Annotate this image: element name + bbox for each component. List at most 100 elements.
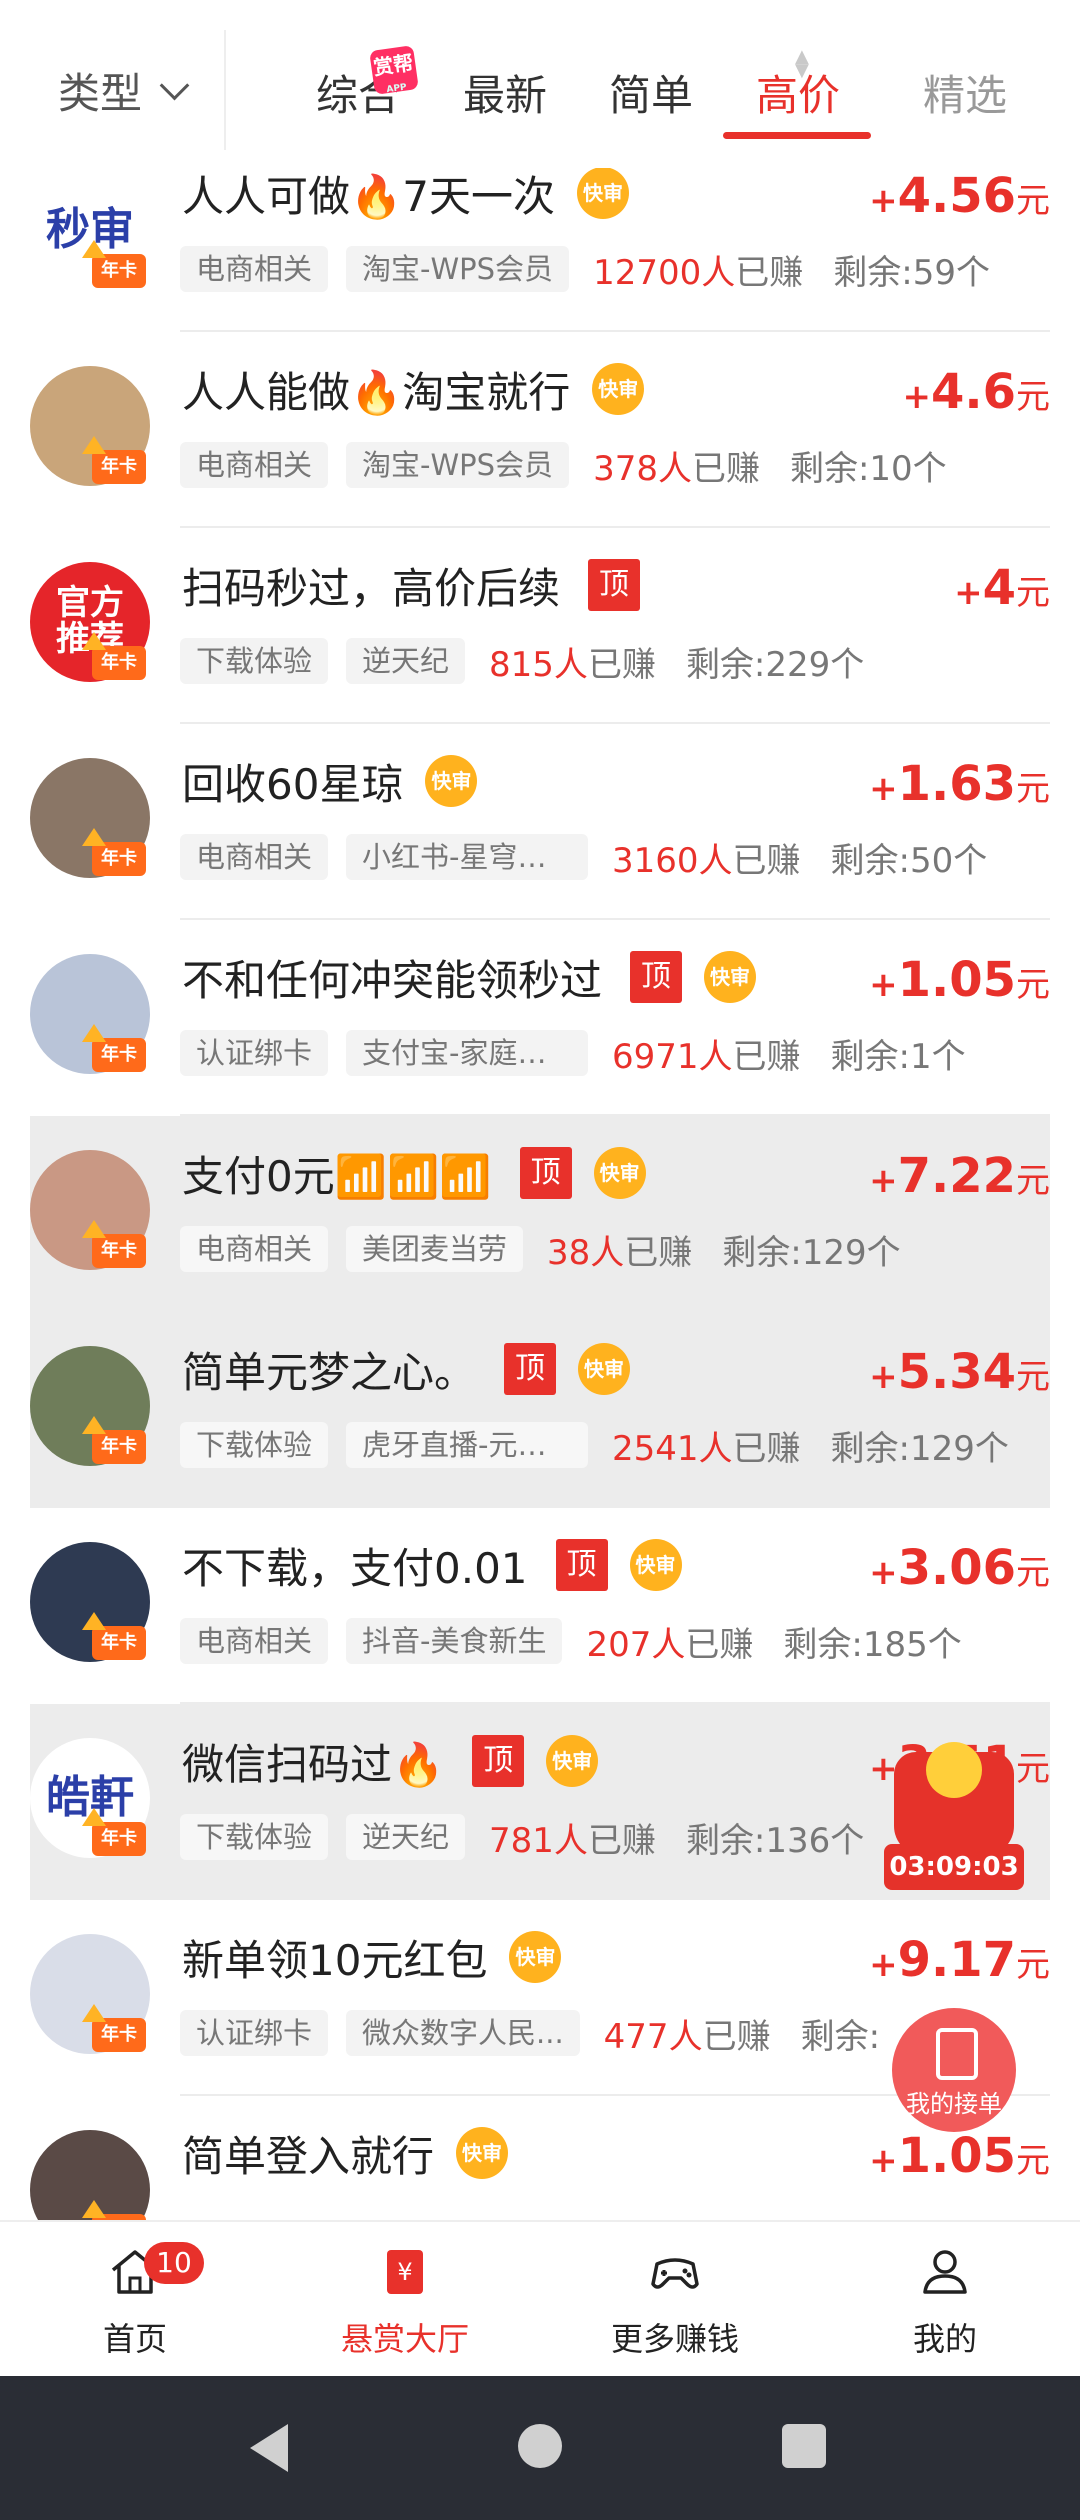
task-title: 人人可做🔥7天一次 — [182, 171, 556, 221]
top-tag: 顶 — [555, 1539, 608, 1591]
earned-count: 477人 — [603, 2016, 703, 2057]
category-tag: 电商相关 — [180, 834, 329, 880]
price-unit: 元 — [1016, 2141, 1050, 2181]
task-meta: 下载体验 虎牙直播-元梦... 2541人 已赚 剩余:129个 — [180, 1418, 1009, 1472]
price-plus: + — [869, 1357, 898, 1397]
earned-count: 207人 — [586, 1624, 686, 1665]
reward-hall-icon: ¥ — [387, 2250, 423, 2294]
task-row[interactable]: 年卡 人人能做🔥淘宝就行 快审 +4.6元 电商相关 淘宝-WPS会员 378人… — [30, 332, 1050, 528]
earned-count: 781人 — [489, 1820, 588, 1861]
nav-me-label: 我的 — [912, 2320, 977, 2358]
task-price: +4.6元 — [902, 364, 1050, 424]
year-card-badge: 年卡 — [82, 1416, 146, 1464]
top-tag: 顶 — [519, 1147, 572, 1199]
earned-count: 12700人 — [593, 252, 736, 293]
remaining-count: 剩余:50个 — [830, 840, 988, 881]
price-value: 4.56 — [897, 168, 1016, 224]
remaining-count: 剩余:229个 — [685, 644, 865, 685]
tab-latest[interactable]: 最新 — [430, 62, 580, 123]
category-tag: 下载体验 — [180, 1422, 329, 1468]
divider — [224, 30, 226, 150]
year-card-badge: 年卡 — [82, 2004, 146, 2052]
price-unit: 元 — [1016, 1553, 1050, 1593]
task-meta: 下载体验 逆天纪 781人 已赚 剩余:136个 — [180, 1810, 864, 1864]
task-title-line: 不和任何冲突能领秒过 顶快审 — [182, 946, 757, 1008]
nav-more-earn[interactable]: 更多赚钱 — [540, 2222, 810, 2378]
platform-tag: 美团麦当劳 — [346, 1226, 524, 1272]
document-icon — [936, 2028, 978, 2080]
tab-simple[interactable]: 简单 — [576, 62, 726, 123]
task-meta: 电商相关 抖音-美食新生 207人 已赚 剩余:185个 — [180, 1614, 962, 1668]
year-card-badge: 年卡 — [82, 436, 146, 484]
chevron-down-icon — [159, 70, 190, 100]
price-plus: + — [869, 1945, 898, 1985]
year-card-badge: 年卡 — [82, 240, 146, 288]
platform-tag: 抖音-美食新生 — [346, 1618, 563, 1664]
price-plus: + — [869, 769, 898, 809]
platform-tag: 小红书-星穹铁... — [346, 834, 589, 880]
task-meta: 认证绑卡 微众数字人民... 477人 已赚 剩余: — [180, 2006, 880, 2060]
my-orders-float-button[interactable]: 我的接单 — [892, 2008, 1016, 2132]
category-tag: 下载体验 — [180, 638, 329, 684]
task-price: +7.22元 — [869, 1148, 1050, 1208]
gamepad-icon — [651, 2258, 699, 2289]
price-value: 9.17 — [897, 1932, 1016, 1988]
task-meta: 电商相关 淘宝-WPS会员 12700人 已赚 剩余:59个 — [180, 242, 990, 296]
price-value: 7.22 — [897, 1148, 1016, 1204]
earned-suffix: 已赚 — [587, 1820, 656, 1861]
sort-arrows-icon: ▲ ▼ — [795, 46, 809, 81]
price-value: 1.05 — [897, 952, 1016, 1008]
price-plus: + — [869, 1161, 898, 1201]
back-icon[interactable] — [250, 2424, 288, 2472]
price-plus: + — [869, 181, 898, 221]
price-plus: + — [869, 1553, 898, 1593]
top-filter-bar: 类型 综合 赏帮 APP 最新 简单 高价 ▲ ▼ 精选 — [0, 0, 1080, 168]
task-price: +4元 — [954, 560, 1050, 620]
price-unit: 元 — [1016, 1945, 1050, 1985]
earned-count: 3160人 — [612, 840, 733, 881]
remaining-count: 剩余:1个 — [830, 1036, 966, 1077]
task-meta: 电商相关 美团麦当劳 38人 已赚 剩余:129个 — [180, 1222, 901, 1276]
task-row[interactable]: 年卡 不和任何冲突能领秒过 顶快审 +1.05元 认证绑卡 支付宝-家庭共...… — [30, 920, 1050, 1116]
fast-review-badge: 快审 — [593, 1147, 646, 1199]
earned-count: 815人 — [489, 644, 588, 685]
earned-suffix: 已赚 — [732, 1428, 801, 1469]
bottom-nav: 10 首页 ¥ 悬赏大厅 更多赚钱 我的 — [0, 2220, 1080, 2378]
year-card-badge: 年卡 — [82, 1808, 146, 1856]
task-meta: 认证绑卡 支付宝-家庭共... 6971人 已赚 剩余:1个 — [180, 1026, 966, 1080]
tab-featured[interactable]: 精选 — [890, 62, 1040, 123]
task-price: +1.63元 — [869, 756, 1050, 816]
task-price: +5.34元 — [869, 1344, 1050, 1404]
nav-me[interactable]: 我的 — [810, 2222, 1080, 2378]
year-card-badge: 年卡 — [82, 632, 146, 680]
nav-home[interactable]: 10 首页 — [0, 2222, 270, 2378]
task-price: +1.05元 — [869, 2128, 1050, 2188]
nav-reward-hall[interactable]: ¥ 悬赏大厅 — [270, 2222, 540, 2378]
remaining-count: 剩余:185个 — [783, 1624, 962, 1665]
earned-count: 378人 — [593, 448, 692, 489]
task-row[interactable]: 年卡 回收60星琼 快审 +1.63元 电商相关 小红书-星穹铁... 3160… — [30, 724, 1050, 920]
type-filter-dropdown[interactable]: 类型 — [58, 60, 190, 120]
home-circle-icon[interactable] — [518, 2424, 562, 2468]
fast-review-badge: 快审 — [629, 1539, 682, 1591]
red-packet-float[interactable]: 03:09:03 — [884, 1742, 1024, 1892]
task-title: 微信扫码过🔥 — [182, 1739, 445, 1789]
earned-suffix: 已赚 — [732, 1036, 801, 1077]
task-title: 新单领10元红包 — [182, 1935, 488, 1985]
year-card-badge: 年卡 — [82, 1220, 146, 1268]
task-row[interactable]: 年卡 支付0元📶📶📶 顶快审 +7.22元 电商相关 美团麦当劳 38人 已赚 剩… — [30, 1116, 1050, 1312]
my-orders-label: 我的接单 — [906, 2090, 1002, 2118]
task-title: 简单登入就行 — [182, 2131, 435, 2181]
price-plus: + — [954, 573, 983, 613]
remaining-count: 剩余:129个 — [722, 1232, 901, 1273]
price-value: 5.34 — [897, 1344, 1016, 1400]
task-row[interactable]: 官方推荐 年卡 扫码秒过，高价后续 顶 +4元 下载体验 逆天纪 815人 已赚 … — [30, 528, 1050, 724]
remaining-count: 剩余: — [800, 2016, 881, 2057]
task-title-line: 人人能做🔥淘宝就行 快审 — [182, 358, 645, 420]
person-icon — [923, 2250, 967, 2294]
task-row[interactable]: 秒审 年卡 人人可做🔥7天一次 快审 +4.56元 电商相关 淘宝-WPS会员 … — [30, 168, 1050, 332]
task-row[interactable]: 年卡 不下载，支付0.01 顶快审 +3.06元 电商相关 抖音-美食新生 20… — [30, 1508, 1050, 1704]
remaining-count: 剩余:136个 — [685, 1820, 865, 1861]
recent-apps-icon[interactable] — [782, 2424, 826, 2468]
task-row[interactable]: 年卡 简单元梦之心。 顶快审 +5.34元 下载体验 虎牙直播-元梦... 25… — [30, 1312, 1050, 1508]
